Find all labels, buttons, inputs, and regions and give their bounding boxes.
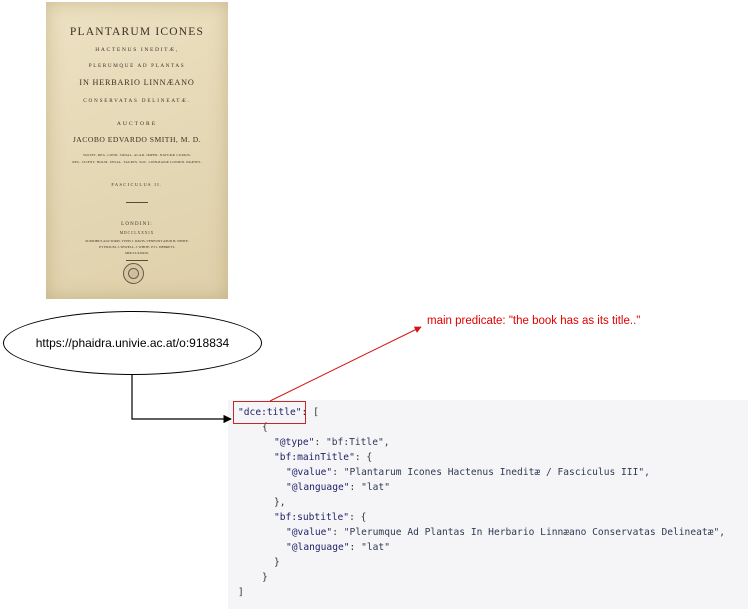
annotation-arrow: [269, 326, 422, 402]
uri-to-predicate-connector: [131, 375, 232, 424]
connector-layer: [131, 326, 422, 424]
